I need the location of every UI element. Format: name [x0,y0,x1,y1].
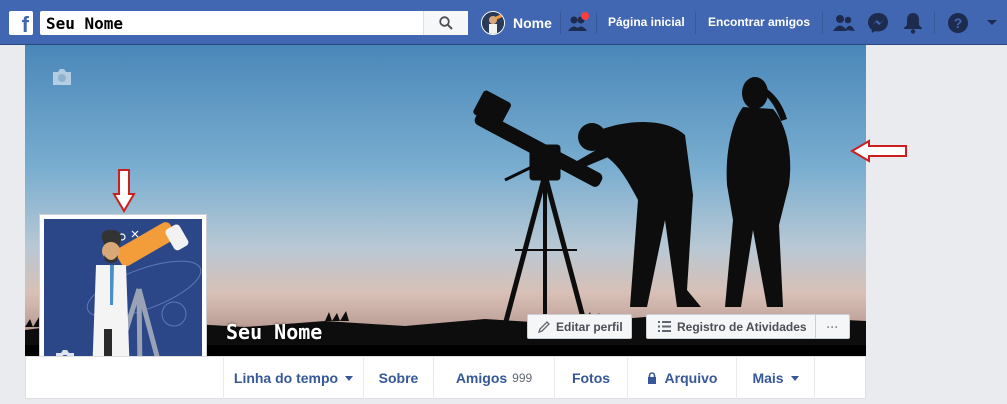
nav-divider [560,12,561,34]
nav-divider [934,12,935,34]
nav-divider [822,12,823,34]
svg-text:?: ? [954,15,963,31]
caret-down-icon [987,20,997,25]
messenger-button[interactable] [866,11,890,35]
friend-requests-button[interactable] [832,11,856,35]
edit-profile-button[interactable]: Editar perfil [527,314,632,339]
chevron-down-icon [345,375,354,381]
messenger-icon [868,13,888,33]
nav-divider [695,12,696,34]
nav-profile-link[interactable]: Nome [481,11,552,35]
avatar [481,11,505,35]
profile-picture-image [44,219,202,377]
nav-divider [596,12,597,34]
tab-photos[interactable]: Fotos [554,357,627,399]
more-options-label: ··· [826,319,839,334]
friend-activity-button[interactable] [566,11,590,35]
friends-count: 999 [512,371,533,385]
account-menu-button[interactable] [980,11,1004,35]
update-cover-button[interactable] [51,68,73,91]
annotation-arrow-left-icon [850,139,907,163]
lock-icon [647,372,656,384]
search-icon [439,16,453,30]
edit-profile-label: Editar perfil [556,319,623,334]
tab-friends-label: Amigos [455,370,508,386]
tab-more-label: Mais [752,370,784,386]
notifications-button[interactable] [901,11,925,35]
tab-timeline-label: Linha do tempo [233,370,339,386]
chevron-down-icon [790,375,799,381]
people-icon [568,12,589,31]
activity-log-button[interactable]: Registro de Atividades [646,314,816,339]
notifications-icon [904,13,922,34]
tab-archive-label: Arquivo [664,370,718,386]
more-options-button[interactable]: ··· [815,314,850,339]
search-input[interactable] [40,12,428,34]
list-icon [658,321,671,332]
help-button[interactable]: ? [946,11,970,35]
profile-tabs: Linha do tempo Sobre Amigos 999 Fotos Ar… [25,356,866,399]
search-box [40,11,468,35]
facebook-logo[interactable]: f [9,11,33,36]
profile-name[interactable]: Seu Nome [226,320,322,344]
help-icon: ? [948,13,968,33]
search-button[interactable] [423,11,468,35]
tab-more[interactable]: Mais [736,357,815,399]
camera-icon [53,69,71,85]
tab-timeline[interactable]: Linha do tempo [223,357,363,399]
activity-log-label: Registro de Atividades [677,319,807,334]
nav-home-link[interactable]: Página inicial [608,15,685,29]
annotation-arrow-down-icon [112,169,136,213]
friend-requests-icon [833,15,855,31]
pencil-icon [538,320,550,333]
nav-find-friends-link[interactable]: Encontrar amigos [708,15,810,29]
tab-about-label: Sobre [378,370,419,386]
tab-archive[interactable]: Arquivo [627,357,736,399]
tab-friends[interactable]: Amigos 999 [433,357,554,399]
tab-about[interactable]: Sobre [363,357,433,399]
nav-user-name: Nome [513,15,552,31]
top-navigation-bar: f Nome Página inicial Encontrar amigos ? [0,0,1007,45]
tab-photos-label: Fotos [571,370,611,386]
